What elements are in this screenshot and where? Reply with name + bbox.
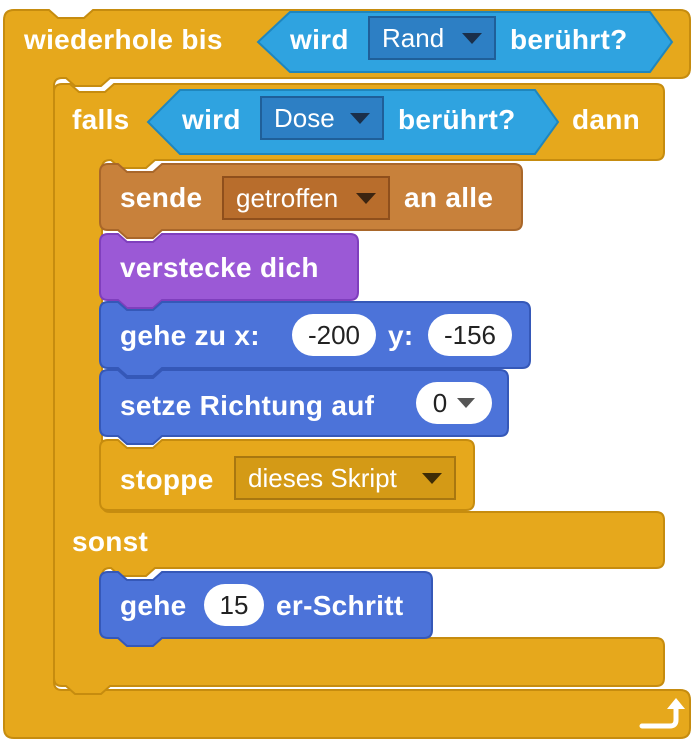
broadcast-label: sende (120, 182, 203, 213)
condition-prefix: wird (182, 104, 241, 135)
sprite-dropdown-can[interactable]: Dose (260, 96, 384, 140)
if-label: falls (72, 104, 130, 135)
broadcast-suffix: an alle (404, 182, 494, 213)
else-label: sonst (72, 526, 149, 557)
condition-prefix: wird (290, 24, 349, 55)
chevron-down-icon (457, 398, 476, 408)
condition-suffix: berührt? (398, 104, 516, 135)
then-label: dann (572, 104, 641, 135)
goto-label: gehe zu x: (120, 320, 260, 351)
stop-label: stoppe (120, 464, 214, 495)
chevron-down-icon (350, 112, 370, 124)
chevron-down-icon (422, 472, 442, 484)
hide-label: verstecke dich (120, 252, 319, 283)
y-input[interactable]: -156 (428, 314, 512, 356)
sprite-dropdown-edge[interactable]: Rand (368, 16, 496, 60)
repeat-until-label: wiederhole bis (24, 24, 223, 55)
move-suffix: er-Schritt (276, 590, 404, 621)
move-label: gehe (120, 590, 187, 621)
chevron-down-icon (356, 192, 376, 204)
message-dropdown[interactable]: getroffen (222, 176, 390, 220)
chevron-down-icon (462, 32, 482, 44)
x-input[interactable]: -200 (292, 314, 376, 356)
condition-suffix: berührt? (510, 24, 628, 55)
stop-option-dropdown[interactable]: dieses Skript (234, 456, 456, 500)
direction-label: setze Richtung auf (120, 390, 375, 421)
direction-input[interactable]: 0 (416, 382, 492, 424)
y-label: y: (388, 320, 414, 351)
steps-input[interactable]: 15 (204, 584, 264, 626)
